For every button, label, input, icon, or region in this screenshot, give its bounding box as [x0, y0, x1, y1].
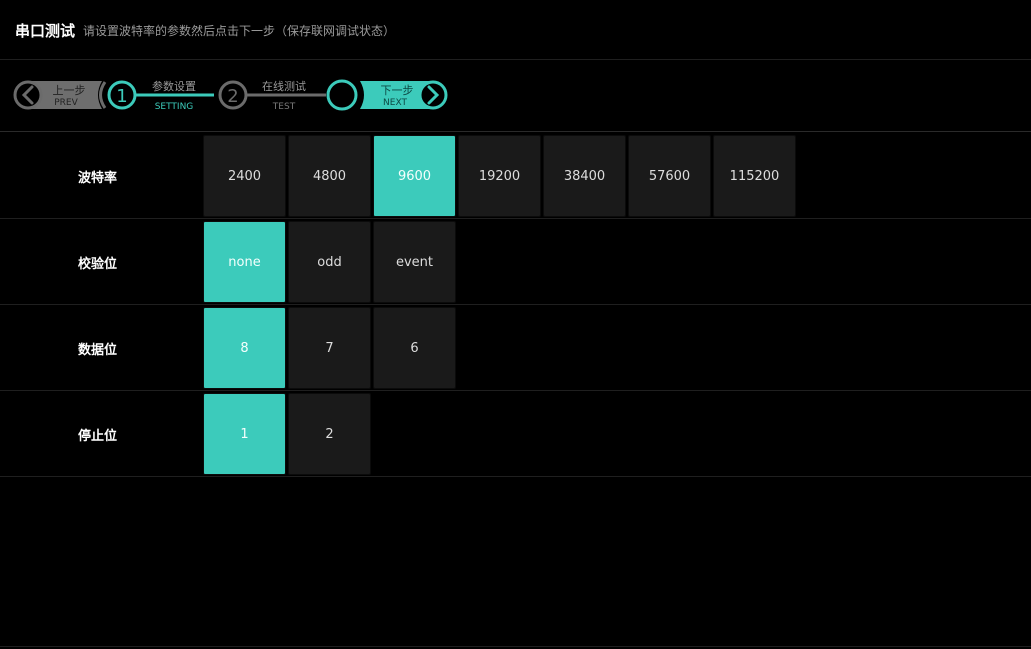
option-baud-rate-19200[interactable]: 19200 [458, 135, 541, 217]
option-data-bits-6[interactable]: 6 [373, 307, 456, 389]
prev-sub: PREV [54, 98, 78, 108]
setting-row-parity: 校验位 none odd event [0, 219, 1031, 305]
step1-label: 参数设置 [152, 79, 196, 93]
prev-label: 上一步 [53, 84, 86, 97]
option-parity-odd[interactable]: odd [288, 221, 371, 303]
option-stop-bits-1[interactable]: 1 [203, 393, 286, 475]
step1-number: 1 [116, 86, 127, 107]
setting-label-stop-bits: 停止位 [78, 429, 118, 444]
step-wizard: 上一步 PREV 1 参数设置 SETTING 2 在线测试 TEST 下一步 [0, 60, 1031, 132]
setting-label-data-bits: 数据位 [78, 343, 118, 358]
option-baud-rate-9600[interactable]: 9600 [373, 135, 456, 217]
prev-button[interactable]: 上一步 PREV [13, 80, 102, 110]
option-baud-rate-4800[interactable]: 4800 [288, 135, 371, 217]
setting-row-baud-rate: 波特率 2400 4800 9600 19200 38400 57600 115200 [0, 133, 1031, 219]
option-parity-event[interactable]: event [373, 221, 456, 303]
step-test[interactable]: 2 在线测试 TEST [218, 79, 326, 112]
step2-number: 2 [227, 86, 238, 107]
step-final-circle [326, 79, 358, 111]
option-data-bits-7[interactable]: 7 [288, 307, 371, 389]
setting-row-data-bits: 数据位 8 7 6 [0, 305, 1031, 391]
next-sub: NEXT [383, 98, 407, 108]
step1-sub: SETTING [155, 102, 194, 112]
step2-label: 在线测试 [262, 79, 306, 93]
option-baud-rate-38400[interactable]: 38400 [543, 135, 626, 217]
next-label: 下一步 [381, 84, 414, 97]
step-setting[interactable]: 1 参数设置 SETTING [107, 79, 214, 112]
option-stop-bits-2[interactable]: 2 [288, 393, 371, 475]
setting-label-baud-rate: 波特率 [78, 171, 118, 186]
setting-row-stop-bits: 停止位 1 2 [0, 391, 1031, 477]
setting-label-parity: 校验位 [78, 257, 118, 272]
option-baud-rate-57600[interactable]: 57600 [628, 135, 711, 217]
option-data-bits-8[interactable]: 8 [203, 307, 286, 389]
page-header: 串口测试 请设置波特率的参数然后点击下一步（保存联网调试状态） [0, 0, 1031, 60]
step2-sub: TEST [272, 102, 296, 112]
option-baud-rate-2400[interactable]: 2400 [203, 135, 286, 217]
option-parity-none[interactable]: none [203, 221, 286, 303]
footer-divider [0, 646, 1031, 647]
page-title: 串口测试 [15, 22, 76, 40]
page-subtitle: 请设置波特率的参数然后点击下一步（保存联网调试状态） [83, 24, 396, 38]
option-baud-rate-115200[interactable]: 115200 [713, 135, 796, 217]
next-button[interactable]: 下一步 NEXT [360, 80, 448, 110]
